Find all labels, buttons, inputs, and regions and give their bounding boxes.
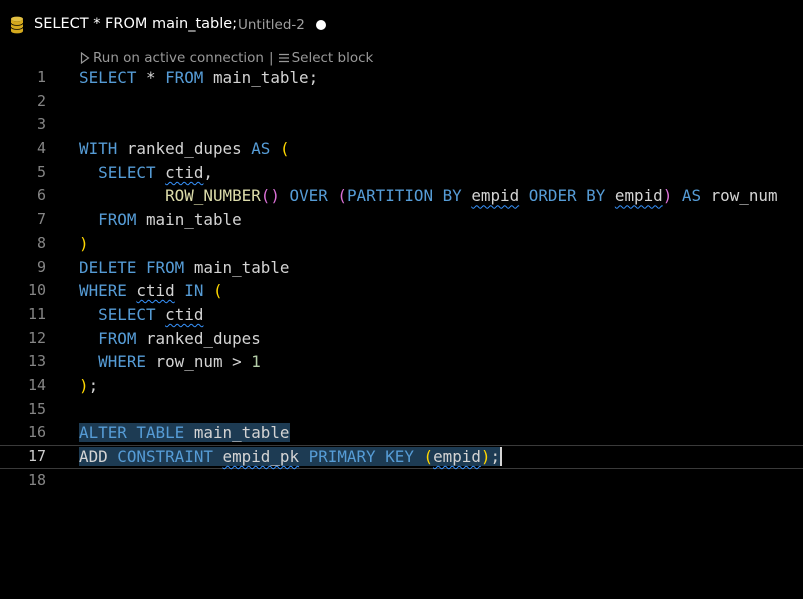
line-number: 15 [27, 399, 46, 418]
code-line-4[interactable]: 4 WITH ranked_dupes AS ( [0, 137, 803, 161]
code-line-2[interactable]: 2 [0, 90, 803, 114]
code-text[interactable]: WHERE ctid IN ( [79, 279, 223, 303]
code-line-7[interactable]: 7 FROM main_table [0, 208, 803, 232]
code-text[interactable]: DELETE FROM main_table [79, 256, 290, 280]
line-number: 10 [27, 281, 46, 300]
tab-title[interactable]: SELECT * FROM main_table; [34, 16, 237, 32]
database-icon [10, 16, 24, 34]
code-line-1[interactable]: 1 SELECT * FROM main_table; [0, 66, 803, 90]
line-number: 17 [27, 447, 46, 465]
line-number: 8 [36, 233, 46, 252]
unsaved-dot-icon[interactable] [316, 20, 326, 30]
select-block-link[interactable]: Select block [278, 50, 374, 66]
editor-tab-bar: SELECT * FROM main_table; Untitled-2 [0, 0, 803, 50]
text-cursor [500, 447, 503, 466]
line-number: 6 [36, 186, 46, 205]
code-text[interactable]: ); [79, 374, 98, 398]
code-line-15[interactable]: 15 [0, 398, 803, 422]
line-number: 13 [27, 352, 46, 371]
line-number: 11 [27, 304, 46, 323]
code-line-17[interactable]: 17 ADD CONSTRAINT empid_pk PRIMARY KEY (… [0, 445, 803, 469]
code-line-14[interactable]: 14 ); [0, 374, 803, 398]
code-line-10[interactable]: 10 WHERE ctid IN ( [0, 279, 803, 303]
code-line-12[interactable]: 12 FROM ranked_dupes [0, 327, 803, 351]
code-line-8[interactable]: 8 ) [0, 232, 803, 256]
run-on-active-connection-link[interactable]: Run on active connection [80, 50, 264, 66]
code-text[interactable]: FROM main_table [79, 208, 242, 232]
code-editor[interactable]: 1 SELECT * FROM main_table; 2 3 4 WITH r… [0, 66, 803, 492]
code-text[interactable]: FROM ranked_dupes [79, 327, 261, 351]
code-line-18[interactable]: 18 [0, 469, 803, 493]
line-number: 9 [36, 257, 46, 276]
code-text[interactable]: ) [79, 232, 89, 256]
code-line-3[interactable]: 3 [0, 113, 803, 137]
code-text[interactable]: WHERE row_num > 1 [79, 350, 261, 374]
select-block-icon [278, 53, 289, 63]
tab-description[interactable]: Untitled-2 [238, 17, 305, 33]
code-line-9[interactable]: 9 DELETE FROM main_table [0, 256, 803, 280]
code-line-6[interactable]: 6 ROW_NUMBER() OVER (PARTITION BY empid … [0, 184, 803, 208]
codelens-separator: | [269, 50, 274, 66]
code-line-11[interactable]: 11 SELECT ctid [0, 303, 803, 327]
line-number: 4 [36, 139, 46, 158]
code-text[interactable]: SELECT * FROM main_table; [79, 66, 318, 90]
select-block-label: Select block [291, 50, 374, 66]
codelens-bar: Run on active connection | Select block [80, 48, 373, 68]
code-text[interactable]: ROW_NUMBER() OVER (PARTITION BY empid OR… [79, 184, 777, 208]
code-line-5[interactable]: 5 SELECT ctid, [0, 161, 803, 185]
code-text[interactable]: WITH ranked_dupes AS ( [79, 137, 290, 161]
line-number: 3 [36, 115, 46, 134]
run-label: Run on active connection [93, 50, 264, 66]
line-number: 2 [36, 91, 46, 110]
line-number: 7 [36, 210, 46, 229]
code-text[interactable]: ADD CONSTRAINT empid_pk PRIMARY KEY (emp… [79, 445, 503, 469]
line-number: 14 [27, 375, 46, 394]
code-line-16[interactable]: 16 ALTER TABLE main_table [0, 421, 803, 445]
line-number: 18 [27, 470, 46, 489]
line-number: 12 [27, 328, 46, 347]
code-text[interactable]: ALTER TABLE main_table [79, 421, 290, 445]
line-number: 1 [36, 68, 46, 86]
code-text[interactable]: SELECT ctid [79, 303, 203, 327]
code-line-13[interactable]: 13 WHERE row_num > 1 [0, 350, 803, 374]
play-icon [80, 52, 90, 64]
line-number: 16 [27, 423, 46, 442]
code-text[interactable]: SELECT ctid, [79, 161, 213, 185]
line-number: 5 [36, 162, 46, 181]
